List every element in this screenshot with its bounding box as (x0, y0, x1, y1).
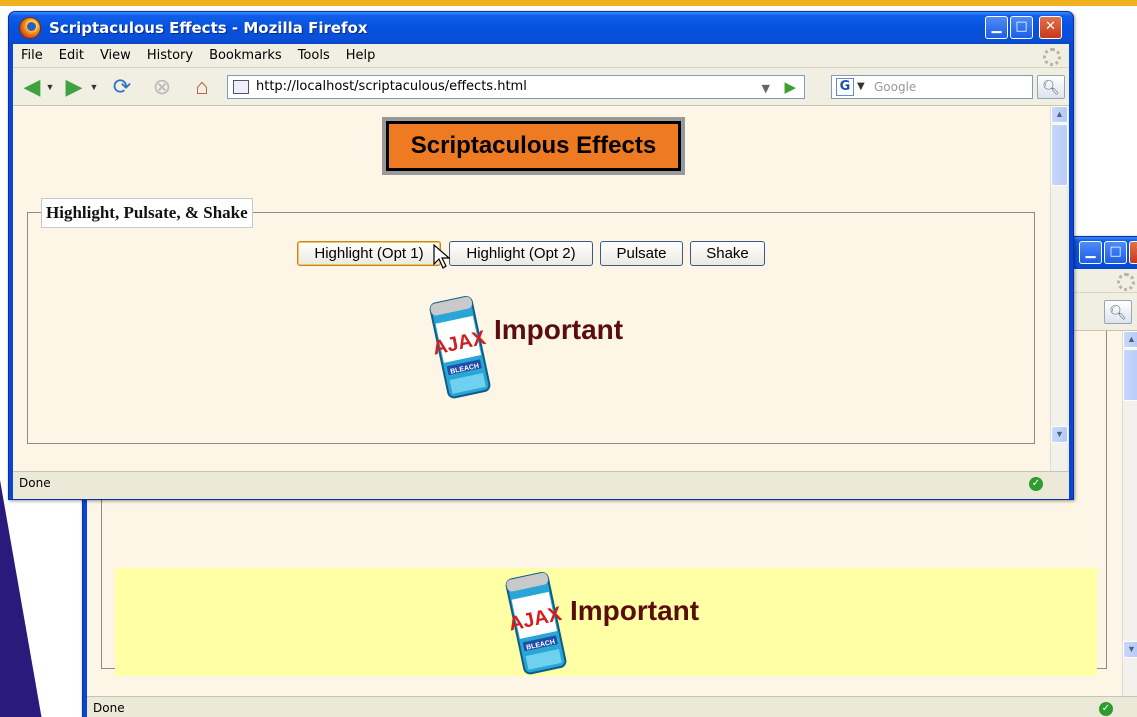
menu-help[interactable]: Help (338, 44, 384, 63)
minimize-button[interactable]: ▁ (985, 16, 1008, 39)
back-arrow-icon[interactable]: ◀ (19, 75, 45, 99)
window-title: Scriptaculous Effects - Mozilla Firefox (49, 19, 368, 37)
reload-icon[interactable]: ⟳ (109, 75, 135, 99)
back-scroll-thumb[interactable] (1123, 349, 1137, 401)
status-checkmark-icon: ✓ (1029, 477, 1043, 491)
slide-left-decoration (0, 480, 42, 717)
statusbar: Done ✓ (13, 471, 1069, 495)
front-browser-window[interactable]: Scriptaculous Effects - Mozilla Firefox … (8, 11, 1074, 500)
back-scroll-down-button[interactable]: ▼ (1123, 641, 1137, 658)
back-maximize-button[interactable]: □ (1104, 241, 1127, 264)
back-vertical-scrollbar[interactable]: ▲ ▼ (1122, 331, 1137, 696)
firefox-logo-icon (19, 17, 41, 39)
magnifier-icon: 🔍︎ (1109, 304, 1127, 320)
scroll-up-button[interactable]: ▲ (1051, 106, 1068, 123)
slide-top-stripe (0, 0, 1137, 6)
shake-button[interactable]: Shake (690, 241, 765, 266)
menu-tools[interactable]: Tools (290, 44, 338, 63)
menubar: File Edit View History Bookmarks Tools Help (13, 44, 1069, 68)
status-text: Done (19, 476, 51, 490)
search-button[interactable]: 🔍︎ (1037, 75, 1065, 99)
important-text: Important (494, 314, 624, 345)
navigation-toolbar: ◀ ▼ ▶ ▼ ⟳ ⊗ ⌂ http://localhost/scriptacu… (13, 68, 1069, 106)
back-close-button[interactable]: ✕ (1129, 241, 1137, 264)
magnifier-icon: 🔍︎ (1042, 79, 1060, 95)
important-text: Important (570, 595, 700, 626)
menu-edit[interactable]: Edit (51, 44, 92, 63)
scroll-thumb[interactable] (1051, 124, 1068, 186)
back-status-text: Done (93, 701, 125, 715)
google-engine-icon[interactable]: G (836, 78, 854, 96)
close-button[interactable]: ✕ (1039, 16, 1062, 39)
forward-arrow-icon[interactable]: ▶ (61, 75, 87, 99)
menu-file[interactable]: File (13, 44, 51, 63)
menu-view[interactable]: View (92, 44, 139, 63)
url-dropdown-icon[interactable]: ▼ (762, 78, 770, 100)
page-heading: Scriptaculous Effects (382, 117, 685, 175)
page-content: Scriptaculous Effects Highlight, Pulsate… (13, 106, 1050, 471)
ajax-can-image: AJAX BLEACH (429, 296, 491, 399)
mouse-cursor-icon (433, 244, 451, 269)
vertical-scrollbar[interactable]: ▲ ▼ (1050, 106, 1068, 471)
page-favicon-icon (233, 80, 249, 94)
back-scroll-up-button[interactable]: ▲ (1123, 331, 1137, 348)
forward-history-dropdown-icon[interactable]: ▼ (87, 75, 101, 99)
engine-dropdown-icon[interactable]: ▼ (857, 76, 865, 98)
front-client: File Edit View History Bookmarks Tools Help ◀ … (13, 44, 1069, 499)
url-bar[interactable]: http://localhost/scriptaculous/effects.h… (227, 75, 805, 99)
ajax-can-image: AJAX BLEACH (505, 572, 567, 675)
throbber-icon (1043, 48, 1061, 66)
search-input[interactable]: G ▼ Google (831, 75, 1033, 99)
back-throbber-icon (1117, 273, 1135, 291)
back-status-checkmark-icon: ✓ (1099, 702, 1113, 716)
maximize-button[interactable]: □ (1010, 16, 1033, 39)
back-statusbar: Done ✓ (87, 696, 1137, 717)
home-icon[interactable]: ⌂ (189, 75, 215, 99)
pulsate-button[interactable]: Pulsate (600, 241, 683, 266)
go-icon[interactable]: ▶ (784, 76, 796, 98)
front-titlebar[interactable]: Scriptaculous Effects - Mozilla Firefox … (9, 12, 1073, 44)
desktop: ▁ □ ✕ 🔍︎ Highlight (Opt 1) Highlight (Op… (0, 0, 1137, 717)
url-text: http://localhost/scriptaculous/effects.h… (256, 79, 527, 94)
highlight-opt1-button[interactable]: Highlight (Opt 1) (297, 241, 441, 266)
back-minimize-button[interactable]: ▁ (1079, 241, 1102, 264)
highlight-opt2-button[interactable]: Highlight (Opt 2) (449, 241, 593, 266)
stop-icon[interactable]: ⊗ (149, 75, 175, 99)
menu-history[interactable]: History (139, 44, 201, 63)
back-search-button[interactable]: 🔍︎ (1104, 300, 1132, 324)
search-placeholder: Google (874, 80, 917, 94)
back-history-dropdown-icon[interactable]: ▼ (43, 75, 57, 99)
fieldset-legend: Highlight, Pulsate, & Shake (41, 198, 253, 228)
menu-bookmarks[interactable]: Bookmarks (201, 44, 290, 63)
scroll-down-button[interactable]: ▼ (1051, 426, 1068, 443)
